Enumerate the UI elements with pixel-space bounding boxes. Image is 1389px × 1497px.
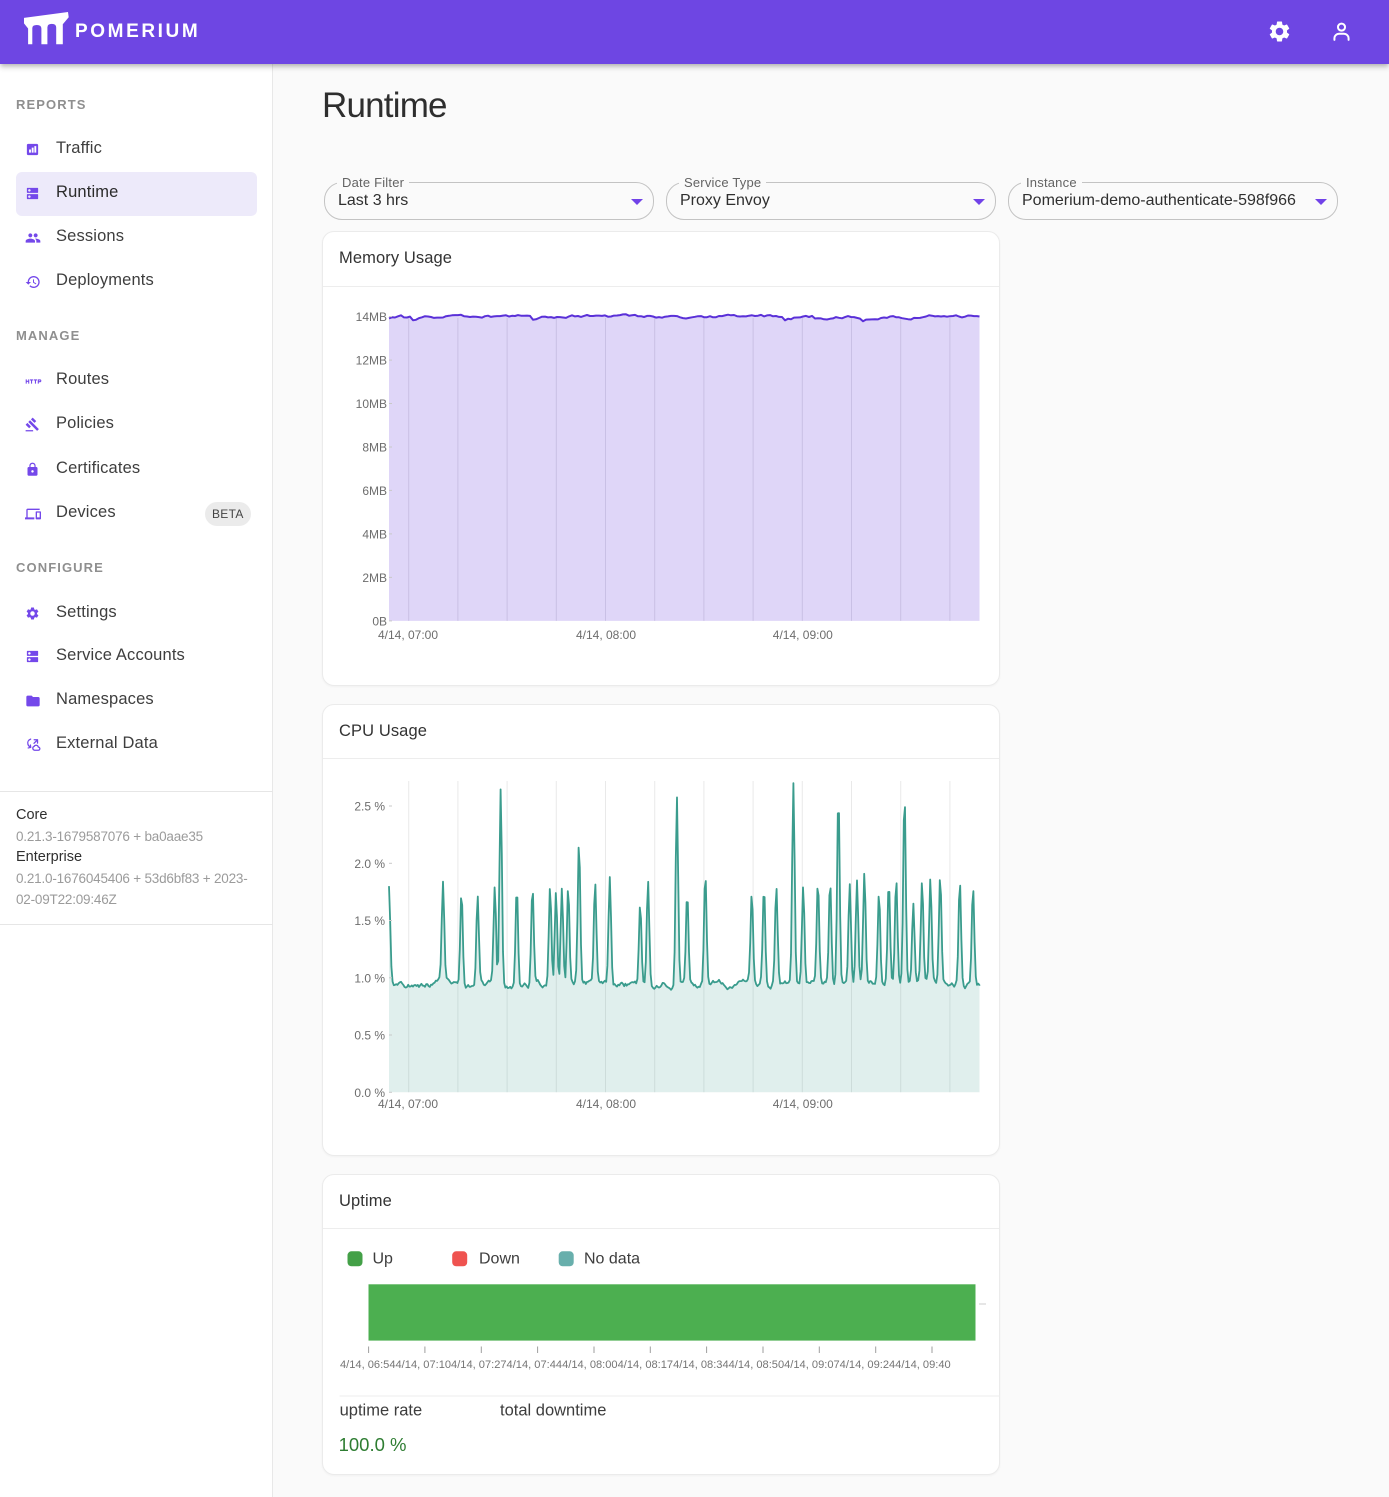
svg-text:8MB: 8MB (362, 441, 387, 455)
svg-text:6MB: 6MB (362, 484, 387, 498)
svg-text:10MB: 10MB (356, 397, 387, 411)
svg-text:2.5 %: 2.5 % (354, 800, 385, 814)
svg-text:No data: No data (584, 1251, 640, 1268)
svg-text:2MB: 2MB (362, 571, 387, 585)
svg-text:2.0 %: 2.0 % (354, 857, 385, 871)
svg-text:4/14, 08:00: 4/14, 08:00 (576, 628, 636, 642)
svg-text:14MB: 14MB (356, 310, 387, 324)
svg-text:uptime rate: uptime rate (340, 1402, 423, 1420)
svg-text:4/14, 08:00: 4/14, 08:00 (576, 1097, 636, 1111)
svg-text:0B: 0B (372, 614, 387, 628)
svg-text:Down: Down (479, 1251, 520, 1268)
svg-text:4/14, 09:00: 4/14, 09:00 (773, 1097, 833, 1111)
svg-text:100.0 %: 100.0 % (339, 1434, 407, 1455)
svg-text:1.0 %: 1.0 % (354, 971, 385, 985)
svg-text:Up: Up (373, 1251, 394, 1268)
svg-text:4/14, 09:00: 4/14, 09:00 (773, 628, 833, 642)
svg-text:4MB: 4MB (362, 527, 387, 541)
svg-text:0.5 %: 0.5 % (354, 1029, 385, 1043)
svg-text:4/14, 07:00: 4/14, 07:00 (378, 1097, 438, 1111)
svg-text:1.5 %: 1.5 % (354, 914, 385, 928)
svg-text:total downtime: total downtime (500, 1402, 606, 1420)
svg-text:4/14, 07:00: 4/14, 07:00 (378, 628, 438, 642)
svg-text:12MB: 12MB (356, 354, 387, 368)
svg-text:4/14, 06:544/14, 07:104/14, 07: 4/14, 06:544/14, 07:104/14, 07:274/14, 0… (340, 1359, 951, 1371)
